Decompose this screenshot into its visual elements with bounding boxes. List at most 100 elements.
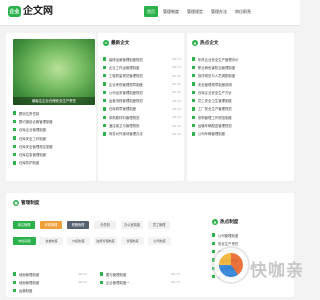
pill-job-duties[interactable]: 岗位职责 xyxy=(13,237,36,245)
pill-management[interactable]: 管理制度 xyxy=(121,237,144,245)
system-pills: 岗位职责 食堂制度 内控制度 监督管理制度 管理制度 公司制度 xyxy=(13,237,175,245)
list-item[interactable]: 员工安全卫生管理制度 xyxy=(192,96,290,104)
system-header: ■ 管理制度 xyxy=(13,199,39,207)
tab-attendance[interactable]: 考勤管理 xyxy=(40,221,62,229)
bullet-icon xyxy=(13,111,17,115)
bullet-icon xyxy=(13,136,17,140)
system-list-a: 地面管理制度 08-13 地面管理制度 08-13 运营制度 xyxy=(13,270,87,295)
bullet-icon xyxy=(13,119,17,124)
list-item[interactable]: 公司车辆管理制度 xyxy=(192,130,290,138)
list-item[interactable]: 工程质量规范管理规范 08-13 xyxy=(103,72,181,80)
fire-icon: ▲ xyxy=(212,219,218,225)
list-item[interactable]: 安全管理规章制度说明 xyxy=(192,80,290,88)
bullet-icon xyxy=(103,57,107,61)
fire-icon: ▲ xyxy=(192,40,198,46)
tab-salary[interactable]: 薪酬管理 xyxy=(67,221,89,229)
list-item[interactable]: 年终企业安全生产管理评价 xyxy=(192,55,290,63)
bullet-icon xyxy=(100,272,104,276)
list-item[interactable]: 公司管理制度 xyxy=(212,231,290,239)
list-item[interactable]: 采购管理工作规范制度 xyxy=(192,113,290,121)
list-item[interactable]: 企业管理制度一 08-13 xyxy=(100,278,180,286)
bullet-icon xyxy=(192,115,196,119)
bullet-icon xyxy=(103,123,107,128)
list-item[interactable]: 装修运营管理制度规范 08-13 xyxy=(103,55,181,63)
list-item[interactable]: 仓库安全管理规定制度 xyxy=(13,142,93,150)
featured-caption: 编者注企业仓储安全生产责任 xyxy=(13,97,95,105)
hot-title: 热点企文 xyxy=(200,41,219,46)
watermark-text: 快咖亲 xyxy=(250,261,304,281)
bullet-icon xyxy=(103,98,107,103)
list-item[interactable]: 要与管理制度 08-13 xyxy=(100,270,180,278)
system-list-b: 要与管理制度 08-13 企业管理制度一 08-13 xyxy=(100,270,180,287)
hot-list: 年终企业安全生产管理评价 职业病危害防治管理制度 操作规范与人员调配制度 安全管… xyxy=(192,55,290,138)
bullet-icon xyxy=(192,57,196,61)
list-item[interactable]: 仓库规章管理制度 08-13 xyxy=(103,105,181,113)
list-item[interactable]: 仓库防护制度 xyxy=(13,159,93,167)
bullet-icon xyxy=(192,65,196,70)
bullet-icon xyxy=(103,65,107,70)
list-item[interactable]: 运营流程管理制度规范 08-13 xyxy=(103,96,181,104)
tab-job-management[interactable]: 岗位管理 xyxy=(13,221,35,229)
list-item[interactable]: 运输车辆配送管理规范 xyxy=(192,121,290,129)
list-item[interactable]: 公司治安管理制度规范 08-13 xyxy=(103,88,181,96)
list-item[interactable]: 企业考勤管理规章制度 08-13 xyxy=(103,80,181,88)
nav-home[interactable]: 首页 xyxy=(144,6,158,17)
bullet-icon xyxy=(192,74,196,78)
nav-management-rules[interactable]: 管理规定 xyxy=(184,6,206,17)
tab-staff[interactable]: 员工管理 xyxy=(148,221,170,229)
list-item[interactable]: 地面管理制度 08-13 xyxy=(13,278,87,286)
bullet-icon xyxy=(13,152,17,157)
list-item[interactable]: 职业病危害防治管理制度 xyxy=(192,63,290,71)
logo-badge: 企业 xyxy=(8,6,21,17)
list-item[interactable]: 仓库安全工作制度 xyxy=(13,134,93,142)
list-item[interactable]: 仓库企业安全生产方针 xyxy=(192,88,290,96)
bullet-icon xyxy=(103,132,107,136)
bullet-icon xyxy=(192,90,196,95)
pill-canteen[interactable]: 食堂制度 xyxy=(40,237,63,245)
bullet-icon xyxy=(13,272,17,276)
hot-header: ▲ 热点企文 xyxy=(192,39,218,47)
latest-card: ≡ 最新企文 装修运营管理制度规范 08-13 企业工作运管理制度 08-13 工程… xyxy=(98,33,184,181)
list-item[interactable]: 酒店保卫与管理规则 08-13 xyxy=(103,121,181,129)
bullet-icon xyxy=(13,161,17,165)
list-item[interactable]: 仓库应急管理制度 xyxy=(13,150,93,158)
bullet-icon xyxy=(103,82,107,86)
list-item[interactable]: 履岗位责任制 xyxy=(13,109,93,117)
watermark-logo-icon xyxy=(214,248,248,282)
nav-management-methods[interactable]: 管理办法 xyxy=(208,6,230,17)
system-title: 管理制度 xyxy=(21,201,40,206)
list-item[interactable]: 安全生产责任 xyxy=(212,239,290,247)
bullet-icon xyxy=(13,280,17,285)
nav-management-system[interactable]: 管理制度 xyxy=(160,6,182,17)
logo-text: 企文网 xyxy=(23,6,53,17)
latest-title: 最新企文 xyxy=(111,41,130,46)
list-item[interactable]: 运营制度 xyxy=(13,287,87,295)
list-item[interactable]: 仓库企业管理制度 xyxy=(13,126,93,134)
list-item[interactable]: 地面管理制度 08-13 xyxy=(13,270,87,278)
list-item[interactable]: 操作规范与人员调配制度 xyxy=(192,72,290,80)
featured-image[interactable]: 编者注企业仓储安全生产责任 xyxy=(13,39,95,105)
list-item[interactable]: 履约钢品合格管理制度 xyxy=(13,117,93,125)
nav-job-duties[interactable]: 岗位职责 xyxy=(232,6,254,17)
bullet-icon xyxy=(192,123,196,128)
pill-company[interactable]: 公司制度 xyxy=(148,237,171,245)
bullet-icon xyxy=(103,115,107,119)
bullet-icon xyxy=(212,241,216,246)
pill-internal-control[interactable]: 内控制度 xyxy=(67,237,90,245)
bullet-icon xyxy=(103,90,107,95)
list-item[interactable]: 商务对外接待管理办法 08-13 xyxy=(103,130,181,138)
tab-responsibility[interactable]: 责任制 xyxy=(94,221,116,229)
list-item[interactable]: 采购原材料管理规范 08-13 xyxy=(103,113,181,121)
bullet-icon xyxy=(192,132,196,136)
site-logo[interactable]: 企业 企文网 xyxy=(8,6,53,17)
list-item[interactable]: 工厂安全生产管理规范 xyxy=(192,105,290,113)
folder-icon: ■ xyxy=(13,200,19,206)
list-item[interactable]: 企业工作运管理制度 08-13 xyxy=(103,63,181,71)
bullet-icon xyxy=(103,74,107,78)
bullet-icon xyxy=(192,98,196,103)
pill-supervision[interactable]: 监督管理制度 xyxy=(94,237,117,245)
tab-office[interactable]: 办公室制度 xyxy=(121,221,143,229)
featured-list: 履岗位责任制 履约钢品合格管理制度 仓库企业管理制度 仓库安全工作制度 仓库安全… xyxy=(13,109,93,167)
bullet-icon xyxy=(192,82,196,86)
bullet-icon xyxy=(13,144,17,149)
